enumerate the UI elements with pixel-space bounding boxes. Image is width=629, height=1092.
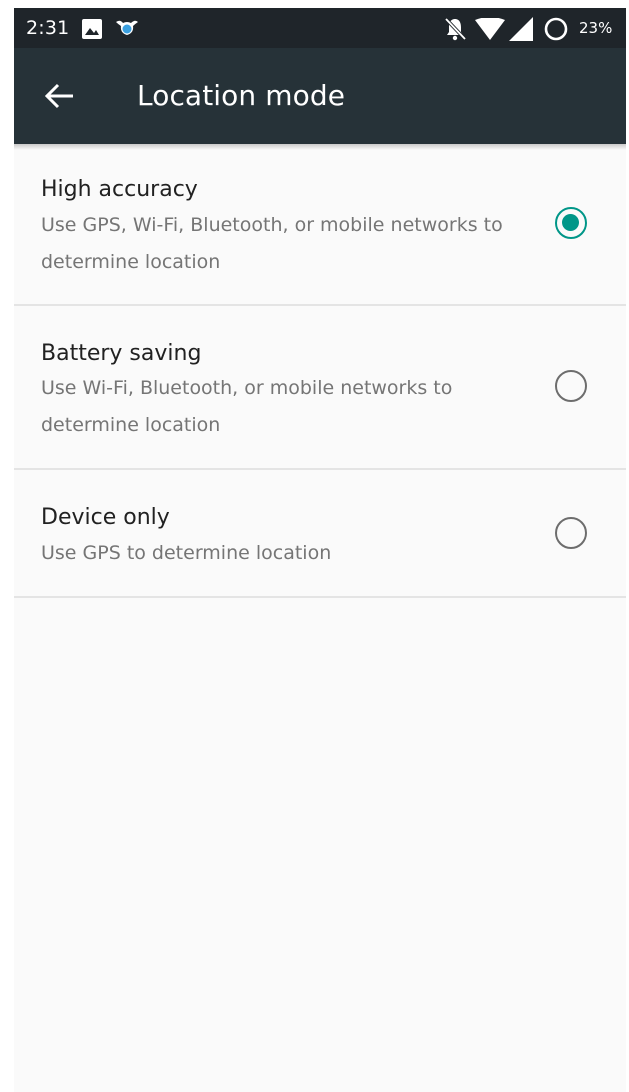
- option-title: Device only: [41, 505, 170, 530]
- wifi-icon: [475, 18, 505, 40]
- bird-notification-icon: [116, 20, 138, 35]
- device-screen: 2:31 23% Location mode High accuracy Use…: [14, 8, 626, 1092]
- status-time: 2:31: [26, 17, 70, 39]
- option-title: Battery saving: [41, 341, 202, 366]
- back-arrow-icon: [45, 83, 73, 109]
- cell-signal-icon: [509, 17, 533, 41]
- muted-bell-icon: [444, 17, 466, 41]
- option-description: Use GPS to determine location: [41, 542, 332, 564]
- app-toolbar: Location mode: [14, 48, 626, 144]
- option-description: Use GPS, Wi-Fi, Bluetooth, or mobile net…: [41, 214, 503, 273]
- back-button[interactable]: [36, 76, 84, 116]
- image-notification-icon: [82, 19, 102, 39]
- radio-battery-saving[interactable]: [555, 370, 587, 402]
- option-battery-saving[interactable]: Battery saving Use Wi-Fi, Bluetooth, or …: [14, 306, 626, 470]
- option-description: Use Wi-Fi, Bluetooth, or mobile networks…: [41, 377, 453, 436]
- radio-high-accuracy[interactable]: [555, 207, 587, 239]
- radio-selected-dot: [562, 214, 579, 231]
- option-device-only[interactable]: Device only Use GPS to determine locatio…: [14, 470, 626, 598]
- radio-device-only[interactable]: [555, 517, 587, 549]
- battery-icon: [544, 17, 568, 41]
- option-title: High accuracy: [41, 177, 198, 202]
- status-bar: 2:31 23%: [14, 8, 626, 48]
- option-high-accuracy[interactable]: High accuracy Use GPS, Wi-Fi, Bluetooth,…: [14, 144, 626, 306]
- page-title: Location mode: [137, 79, 346, 112]
- battery-percent: 23%: [579, 19, 613, 37]
